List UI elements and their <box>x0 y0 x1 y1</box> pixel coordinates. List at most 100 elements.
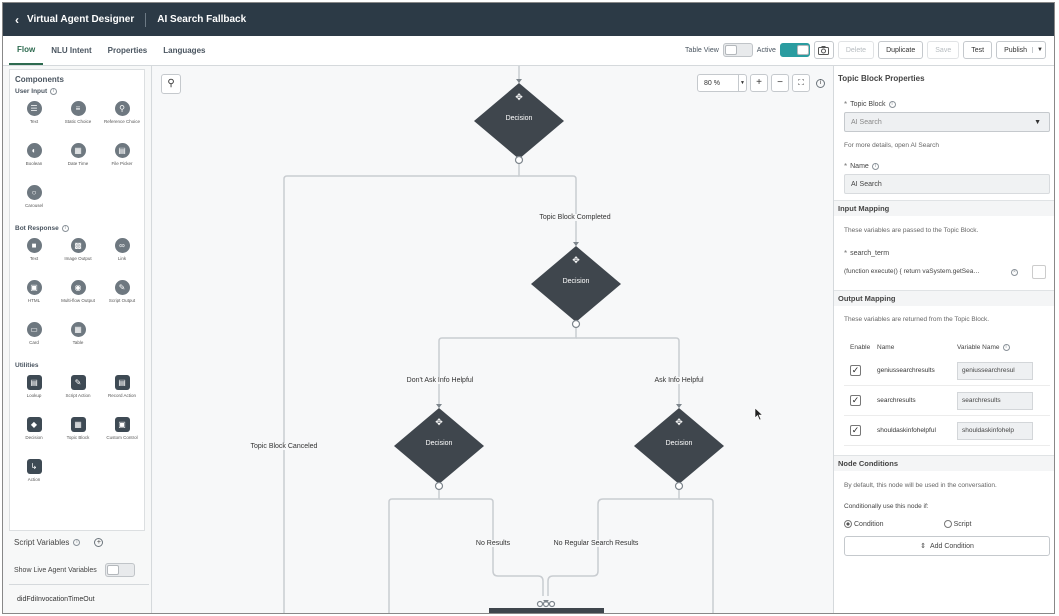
name-input[interactable]: AI Search <box>844 174 1050 194</box>
add-condition-button[interactable]: ⇕ Add Condition <box>844 536 1050 556</box>
script-radio-option[interactable]: Script <box>943 520 971 528</box>
input-mapping-section[interactable]: Input Mapping <box>834 200 1054 216</box>
component-date-time[interactable]: ▦ Date Time <box>56 139 100 181</box>
component-text-output[interactable]: ■ Text <box>12 234 56 276</box>
condition-type-radios: Condition Script <box>844 520 971 528</box>
decision-node-label[interactable]: Decision <box>649 440 709 447</box>
variable-name-input[interactable]: searchresults <box>957 391 1033 410</box>
component-image-output[interactable]: ▩ Image Output <box>56 234 100 276</box>
zoom-out-button[interactable]: − <box>771 74 789 92</box>
component-script-action[interactable]: ✎ Script Action <box>56 371 100 413</box>
app-title[interactable]: Virtual Agent Designer <box>27 14 134 25</box>
component-topic-block[interactable]: ▦ Topic Block <box>56 413 100 455</box>
info-icon[interactable]: i <box>871 163 879 170</box>
component-table[interactable]: ▦ Table <box>56 318 100 360</box>
info-icon[interactable]: i <box>1002 343 1010 351</box>
group-utilities: Utilities <box>10 360 144 371</box>
custom-control-icon: ▣ <box>114 417 130 432</box>
component-script-output[interactable]: ✎ Script Output <box>100 276 144 318</box>
chevron-left-icon[interactable]: ‹ <box>15 13 25 27</box>
caret-down-icon[interactable]: ▼ <box>1032 47 1043 53</box>
component-file-picker[interactable]: ▤ File Picker <box>100 139 144 181</box>
card-icon: ▭ <box>26 322 42 337</box>
camera-icon[interactable] <box>813 41 834 59</box>
active-toggle[interactable] <box>779 43 810 57</box>
move-icon[interactable]: ✥ <box>566 255 586 266</box>
component-boolean[interactable]: ◐ Boolean <box>12 139 56 181</box>
checkbox-checked-icon[interactable]: ✓ <box>850 425 861 436</box>
field-label-text: Name <box>850 163 869 170</box>
toggle-icon: ◐ <box>26 143 42 158</box>
duplicate-button[interactable]: Duplicate <box>878 41 924 59</box>
fit-screen-icon[interactable]: ⛶ <box>792 74 810 92</box>
component-decision[interactable]: ◆ Decision <box>12 413 56 455</box>
flow-canvas[interactable]: ⚲ 80 % ▼ + − ⛶ i ✥ Decision ✥ Decision ✥ … <box>153 66 833 613</box>
decision-node-label[interactable]: Decision <box>546 278 606 285</box>
component-text-input[interactable]: ☰ Text <box>12 97 56 139</box>
component-multi-flow-output[interactable]: ◉ Multi-flow Output <box>56 276 100 318</box>
component-carousel[interactable]: ○ Carousel <box>12 181 56 223</box>
tab-properties[interactable]: Properties <box>100 36 156 65</box>
save-button[interactable]: Save <box>927 41 960 59</box>
table-row: ✓ geniussearchresults geniussearchresul <box>844 356 1050 386</box>
tab-flow[interactable]: Flow <box>9 36 44 65</box>
live-agent-vars-toggle[interactable] <box>104 563 135 577</box>
component-html[interactable]: ▣ HTML <box>12 276 56 318</box>
output-mapping-section[interactable]: Output Mapping <box>834 290 1054 306</box>
variable-name-input[interactable]: geniussearchresul <box>957 361 1033 380</box>
test-button[interactable]: Test <box>963 41 993 59</box>
checkbox-checked-icon[interactable]: ✓ <box>850 365 861 376</box>
move-icon[interactable]: ✥ <box>429 417 449 428</box>
script-editor-icon[interactable] <box>1032 265 1046 279</box>
variable-name-input[interactable]: shouldaskinfohelp <box>957 421 1033 440</box>
search-icon[interactable]: ⚲ <box>161 74 181 94</box>
node-conditions-section[interactable]: Node Conditions <box>834 455 1054 471</box>
zoom-in-button[interactable]: + <box>750 74 768 92</box>
decision-node-label[interactable]: Decision <box>489 115 549 122</box>
move-icon[interactable]: ✥ <box>669 417 689 428</box>
info-icon[interactable]: i <box>50 88 58 95</box>
chat-icon: ■ <box>26 238 42 253</box>
info-icon[interactable]: i <box>73 539 81 546</box>
component-card[interactable]: ▭ Card <box>12 318 56 360</box>
component-action[interactable]: ↳ Action <box>12 455 56 497</box>
move-icon[interactable]: ✥ <box>509 92 529 103</box>
plus-icon[interactable]: + <box>94 538 104 547</box>
row-name: geniussearchresults <box>877 367 935 374</box>
tab-languages[interactable]: Languages <box>155 36 213 65</box>
search-term-value[interactable]: (function execute() { return vaSystem.ge… <box>844 268 1014 275</box>
info-icon[interactable]: i <box>61 225 69 232</box>
condition-radio-option[interactable]: Condition <box>844 520 884 528</box>
component-lookup[interactable]: ▤ Lookup <box>12 371 56 413</box>
edge-label[interactable]: No Results <box>473 540 513 547</box>
checkbox-checked-icon[interactable]: ✓ <box>850 395 861 406</box>
clear-icon[interactable]: × <box>1011 269 1018 276</box>
edge-label[interactable]: Don't Ask Info Helpful <box>404 377 476 384</box>
live-agent-vars-row: Show Live Agent Variables <box>14 563 135 577</box>
component-static-choice[interactable]: ≡ Static Choice <box>56 97 100 139</box>
script-variable-item[interactable]: didFdiInvocationTimeOut <box>17 596 95 603</box>
component-custom-control[interactable]: ▣ Custom Control <box>100 413 144 455</box>
edge-label[interactable]: Topic Block Canceled <box>248 443 320 450</box>
topic-block-select[interactable]: AI Search ▼ <box>844 112 1050 132</box>
component-link[interactable]: ∞ Link <box>100 234 144 276</box>
edge-label[interactable]: Ask Info Helpful <box>652 377 706 384</box>
image-icon: ▩ <box>70 238 86 253</box>
multi-flow-icon: ◉ <box>70 280 86 295</box>
edge-label[interactable]: No Regular Search Results <box>551 540 641 547</box>
publish-button[interactable]: Publish ▼ <box>996 41 1046 59</box>
delete-button[interactable]: Delete <box>837 41 875 59</box>
tab-nlu-intent[interactable]: NLU Intent <box>43 36 99 65</box>
decision-node-label[interactable]: Decision <box>409 440 469 447</box>
html-icon: ▣ <box>26 280 42 295</box>
table-view-toggle[interactable] <box>722 43 753 57</box>
table-header: Enable Name Variable Name i <box>844 338 1050 356</box>
col-name: Name <box>877 343 895 351</box>
info-icon[interactable]: i <box>888 101 896 108</box>
component-record-action[interactable]: ▤ Record Action <box>100 371 144 413</box>
edge-label[interactable]: Topic Block Completed <box>537 214 613 221</box>
info-icon[interactable]: i <box>816 78 825 88</box>
component-reference-choice[interactable]: ⚲ Reference Choice <box>100 97 144 139</box>
topic-block-help[interactable]: For more details, open AI Search <box>844 142 939 149</box>
zoom-select[interactable]: 80 % ▼ <box>697 74 747 92</box>
